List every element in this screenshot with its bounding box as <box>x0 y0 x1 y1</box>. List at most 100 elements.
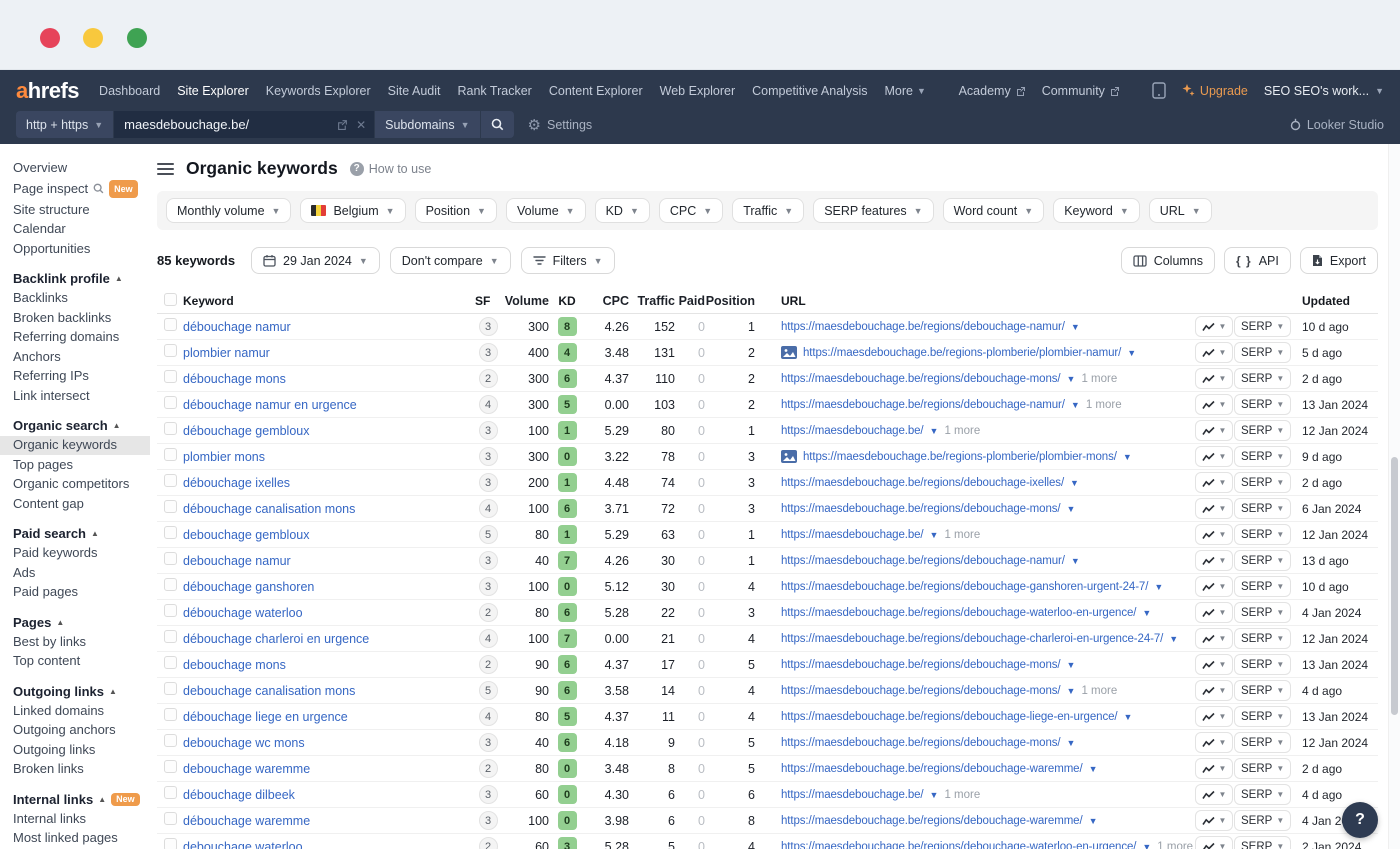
url-dropdown-caret[interactable]: ▼ <box>1124 712 1133 722</box>
position-history-chart-button[interactable]: ▼ <box>1195 602 1234 623</box>
url-dropdown-caret[interactable]: ▼ <box>930 530 939 540</box>
url-dropdown-caret[interactable]: ▼ <box>1154 582 1163 592</box>
open-in-new-tab-icon[interactable] <box>337 119 348 130</box>
serp-button[interactable]: SERP▼ <box>1234 602 1291 623</box>
topnav-item[interactable]: Competitive Analysis <box>752 84 867 98</box>
position-history-chart-button[interactable]: ▼ <box>1195 654 1234 675</box>
page-thumbnail-icon[interactable] <box>781 346 797 359</box>
page-thumbnail-icon[interactable] <box>781 450 797 463</box>
url-dropdown-caret[interactable]: ▼ <box>1071 322 1080 332</box>
serp-features-badge[interactable]: 2 <box>479 603 498 622</box>
serp-features-badge[interactable]: 3 <box>479 733 498 752</box>
sidebar-item[interactable]: Linked domains <box>0 701 150 721</box>
sidebar-item[interactable]: Overview <box>0 158 150 178</box>
url-link[interactable]: https://maesdebouchage.be/regions/debouc… <box>781 685 1061 697</box>
col-header-volume[interactable]: Volume <box>501 294 549 308</box>
keyword-link[interactable]: débouchage waremme <box>183 814 310 828</box>
position-history-chart-button[interactable]: ▼ <box>1195 810 1234 831</box>
serp-button[interactable]: SERP▼ <box>1234 472 1291 493</box>
url-link[interactable]: https://maesdebouchage.be/regions/debouc… <box>781 321 1065 333</box>
url-link[interactable]: https://maesdebouchage.be/regions/debouc… <box>781 373 1061 385</box>
sidebar-item[interactable]: Organic competitors <box>0 475 150 495</box>
sidebar-item[interactable]: Referring domains <box>0 328 150 348</box>
keyword-link[interactable]: débouchage namur en urgence <box>183 398 357 412</box>
url-link[interactable]: https://maesdebouchage.be/regions/debouc… <box>781 841 1136 849</box>
serp-features-badge[interactable]: 3 <box>479 551 498 570</box>
serp-button[interactable]: SERP▼ <box>1234 628 1291 649</box>
position-history-chart-button[interactable]: ▼ <box>1195 758 1234 779</box>
row-checkbox[interactable] <box>164 734 177 747</box>
position-history-chart-button[interactable]: ▼ <box>1195 498 1234 519</box>
serp-button[interactable]: SERP▼ <box>1234 446 1291 467</box>
url-dropdown-caret[interactable]: ▼ <box>1089 816 1098 826</box>
filter-pill[interactable]: SERP features▼ <box>813 198 933 223</box>
serp-button[interactable]: SERP▼ <box>1234 498 1291 519</box>
position-history-chart-button[interactable]: ▼ <box>1195 836 1234 849</box>
serp-button[interactable]: SERP▼ <box>1234 784 1291 805</box>
sidebar-item[interactable]: Broken links <box>0 760 150 780</box>
window-minimize-button[interactable] <box>83 28 103 48</box>
serp-features-badge[interactable]: 3 <box>479 317 498 336</box>
topnav-item[interactable]: Rank Tracker <box>458 84 532 98</box>
row-checkbox[interactable] <box>164 552 177 565</box>
device-icon[interactable] <box>1152 82 1166 99</box>
serp-button[interactable]: SERP▼ <box>1234 732 1291 753</box>
workspace-switcher[interactable]: SEO SEO's work...▼ <box>1264 84 1384 98</box>
url-dropdown-caret[interactable]: ▼ <box>1123 452 1132 462</box>
sidebar-item[interactable]: Internal links <box>0 809 150 829</box>
url-dropdown-caret[interactable]: ▼ <box>1067 686 1076 696</box>
url-link[interactable]: https://maesdebouchage.be/ <box>781 789 924 801</box>
scope-select[interactable]: Subdomains▼ <box>375 111 479 138</box>
row-checkbox[interactable] <box>164 708 177 721</box>
keyword-link[interactable]: plombier mons <box>183 450 265 464</box>
url-link[interactable]: https://maesdebouchage.be/regions/debouc… <box>781 555 1065 567</box>
more-urls-link[interactable]: 1 more <box>1081 373 1117 385</box>
keyword-link[interactable]: debouchage wc mons <box>183 736 305 750</box>
col-header-keyword[interactable]: Keyword <box>183 294 475 308</box>
topnav-community-link[interactable]: Community <box>1042 84 1120 98</box>
sidebar-item[interactable]: Backlinks <box>0 289 150 309</box>
keyword-link[interactable]: débouchage liege en urgence <box>183 710 348 724</box>
col-header-url[interactable]: URL <box>781 294 1194 308</box>
api-button[interactable]: { }API <box>1224 247 1291 274</box>
row-checkbox[interactable] <box>164 396 177 409</box>
serp-features-badge[interactable]: 3 <box>479 447 498 466</box>
col-header-cpc[interactable]: CPC <box>585 294 629 308</box>
topnav-item[interactable]: Site Explorer <box>177 84 249 98</box>
col-header-sf[interactable]: SF <box>475 294 501 308</box>
serp-button[interactable]: SERP▼ <box>1234 758 1291 779</box>
more-urls-link[interactable]: 1 more <box>944 529 980 541</box>
url-link[interactable]: https://maesdebouchage.be/ <box>781 425 924 437</box>
sidebar-item[interactable]: Ads <box>0 563 150 583</box>
serp-button[interactable]: SERP▼ <box>1234 368 1291 389</box>
filters-button[interactable]: Filters▼ <box>521 247 615 274</box>
serp-button[interactable]: SERP▼ <box>1234 394 1291 415</box>
col-header-paid[interactable]: Paid <box>675 294 705 308</box>
serp-button[interactable]: SERP▼ <box>1234 524 1291 545</box>
keyword-link[interactable]: débouchage mons <box>183 372 286 386</box>
sidebar-item[interactable]: Top content <box>0 652 150 672</box>
search-button[interactable] <box>481 111 514 138</box>
keyword-link[interactable]: débouchage dilbeek <box>183 788 295 802</box>
url-link[interactable]: https://maesdebouchage.be/regions/debouc… <box>781 503 1061 515</box>
url-link[interactable]: https://maesdebouchage.be/regions/debouc… <box>781 763 1083 775</box>
serp-button[interactable]: SERP▼ <box>1234 810 1291 831</box>
sidebar-item[interactable]: Anchors <box>0 347 150 367</box>
url-link[interactable]: https://maesdebouchage.be/regions/debouc… <box>781 711 1118 723</box>
row-checkbox[interactable] <box>164 760 177 773</box>
position-history-chart-button[interactable]: ▼ <box>1195 784 1234 805</box>
sidebar-item[interactable]: Outgoing links <box>0 740 150 760</box>
col-header-position[interactable]: Position <box>705 294 755 308</box>
sidebar-item[interactable]: Outgoing anchors <box>0 721 150 741</box>
url-dropdown-caret[interactable]: ▼ <box>930 790 939 800</box>
row-checkbox[interactable] <box>164 838 177 849</box>
ahrefs-logo[interactable]: ahrefs <box>16 78 79 104</box>
filter-pill[interactable]: Belgium▼ <box>300 198 405 223</box>
serp-features-badge[interactable]: 2 <box>479 655 498 674</box>
keyword-link[interactable]: débouchage gembloux <box>183 424 310 438</box>
url-dropdown-caret[interactable]: ▼ <box>1067 374 1076 384</box>
filter-pill[interactable]: Traffic▼ <box>732 198 804 223</box>
url-dropdown-caret[interactable]: ▼ <box>1142 608 1151 618</box>
more-urls-link[interactable]: 1 more <box>1086 399 1122 411</box>
sidebar-item[interactable]: Best by links <box>0 632 150 652</box>
